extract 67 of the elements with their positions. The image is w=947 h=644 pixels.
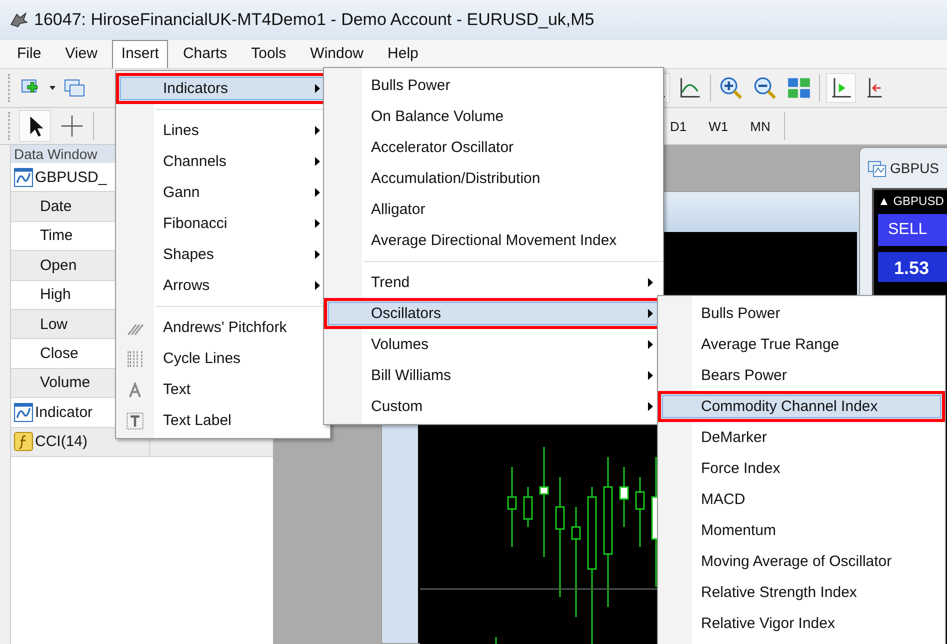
submenu-arrow-icon (315, 250, 320, 259)
menu-bar-item[interactable]: Tools (242, 40, 296, 68)
data-label: Date (39, 198, 72, 216)
menu-bar-item[interactable]: File (8, 40, 50, 68)
chart-window-icon (868, 159, 886, 177)
menu-item[interactable]: Average True Range (658, 329, 945, 360)
chart-shift-icon[interactable] (826, 73, 856, 103)
trade-panel-symbol: ▲ GBPUSD (878, 194, 945, 208)
candlestick (619, 467, 629, 527)
menu-bar-item[interactable]: Insert (112, 40, 168, 68)
menu-item[interactable]: Bears Power (658, 360, 945, 391)
timeframe-button[interactable]: MN (742, 118, 778, 134)
menu-bar-item[interactable]: Window (301, 40, 373, 68)
submenu-arrow-icon (648, 309, 653, 318)
menu-item[interactable]: Relative Vigor Index (658, 608, 945, 639)
data-label: Volume (39, 374, 90, 392)
window-title: 16047: HiroseFinancialUK-MT4Demo1 - Demo Account - EURUSD_uk,M5 (34, 10, 594, 30)
menu-item[interactable]: Alligator (324, 194, 663, 225)
submenu-arrow-icon (315, 188, 320, 197)
data-label: Indicator (35, 404, 93, 421)
menu-bar-item[interactable]: Charts (174, 40, 236, 68)
menu-item[interactable]: Moving Average of Oscillator (658, 546, 945, 577)
cursor-icon[interactable] (19, 110, 51, 142)
app-logo-icon (10, 11, 28, 29)
menu-item[interactable]: Average Directional Movement Index (324, 225, 663, 256)
data-label: GBPUSD_ (35, 168, 107, 186)
submenu-arrow-icon (648, 340, 653, 349)
chart-window-title: GBPUS (890, 160, 940, 176)
data-label: Close (39, 345, 78, 362)
data-label: High (39, 286, 71, 304)
menu-item[interactable]: Force Index (658, 453, 945, 484)
menu-item[interactable]: Commodity Channel Index (658, 391, 945, 422)
chart-window-icon (14, 168, 33, 187)
menu-item[interactable]: DeMarker (658, 422, 945, 453)
menu-item[interactable]: Accumulation/Distribution (324, 163, 663, 194)
dropdown-arrow-icon[interactable] (49, 86, 56, 90)
function-icon (14, 432, 33, 452)
data-label: Open (39, 256, 77, 274)
submenu-arrow-icon (315, 281, 320, 290)
menu-item[interactable]: Trend (324, 267, 663, 298)
submenu-arrow-icon (648, 278, 653, 287)
timeframe-button[interactable]: D1 (662, 118, 695, 134)
candlestick (635, 477, 645, 547)
data-label: Low (39, 316, 68, 333)
sell-price: 1.53 (878, 252, 947, 282)
menu-item[interactable]: MACD (658, 484, 945, 515)
submenu-arrow-icon (315, 84, 320, 93)
sell-button[interactable]: SELL (878, 214, 947, 246)
submenu-arrow-icon (648, 402, 653, 411)
menu-item[interactable]: Bulls Power (324, 70, 663, 101)
submenu-arrow-icon (315, 157, 320, 166)
text-label-icon (126, 412, 144, 430)
candlestick (523, 487, 533, 527)
data-label: Time (39, 227, 73, 244)
letter-a-icon (127, 382, 143, 398)
cycle-lines-icon (126, 350, 144, 368)
submenu-arrow-icon (648, 371, 653, 380)
data-label: CCI(14) (35, 433, 88, 450)
candlestick (495, 637, 497, 644)
submenu-arrow-icon (315, 126, 320, 135)
menu-bar-item[interactable]: Help (378, 40, 428, 68)
menu-item[interactable]: Momentum (658, 515, 945, 546)
submenu-arrow-icon (315, 219, 320, 228)
menu-bar-item[interactable]: View (56, 40, 106, 68)
timeframe-button[interactable]: W1 (700, 118, 736, 134)
menu-item[interactable]: Relative Strength Index (658, 577, 945, 608)
chart-window-icon (14, 402, 33, 422)
